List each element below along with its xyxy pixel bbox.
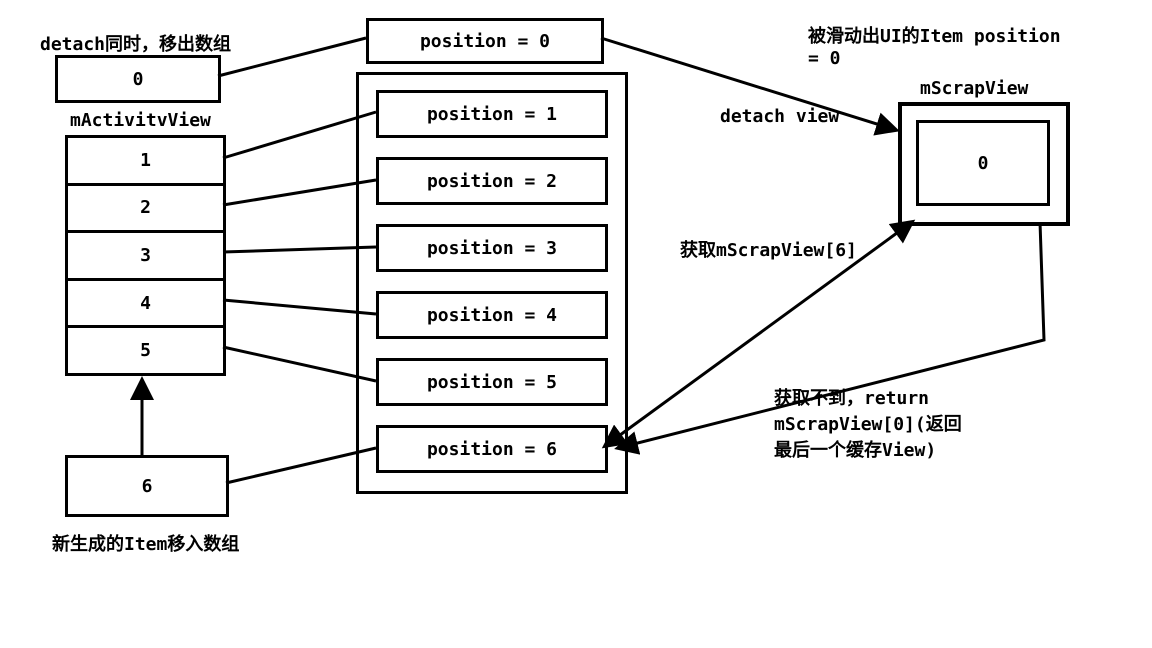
position-box-0: position = 0 xyxy=(366,18,604,64)
new-item-note: 新生成的Item移入数组 xyxy=(52,530,239,556)
position-box-4: position = 4 xyxy=(376,291,608,339)
scrap-value: 0 xyxy=(978,153,989,174)
scrap-view-title: mScrapView xyxy=(920,78,1028,99)
position-box-6: position = 6 xyxy=(376,425,608,473)
get-scrap6-label: 获取mScrapView[6] xyxy=(680,236,857,262)
activity-view-label: mActivitvView xyxy=(70,110,211,131)
activity-view-table: 1 2 3 4 5 xyxy=(65,135,226,376)
position-box-3: position = 3 xyxy=(376,224,608,272)
diagram-canvas: detach同时，移出数组 mActivitvView 新生成的Item移入数组… xyxy=(0,0,1152,648)
detach-note: detach同时，移出数组 xyxy=(40,30,231,56)
position-box-5: position = 5 xyxy=(376,358,608,406)
activity-cell: 1 xyxy=(68,138,223,186)
scrap-view-inner: 0 xyxy=(916,120,1050,206)
detach-view-label: detach view xyxy=(720,106,839,127)
activity-cell: 2 xyxy=(68,186,223,234)
new-item-value: 6 xyxy=(142,476,153,497)
activity-cell: 3 xyxy=(68,233,223,281)
position-box-1: position = 1 xyxy=(376,90,608,138)
position-box-2: position = 2 xyxy=(376,157,608,205)
removed-item-value: 0 xyxy=(133,69,144,90)
activity-cell: 5 xyxy=(68,328,223,373)
new-item-box: 6 xyxy=(65,455,229,517)
scrolled-out-note: 被滑动出UI的Item position = 0 xyxy=(808,22,1061,69)
activity-cell: 4 xyxy=(68,281,223,329)
get-fail-note: 获取不到，return mScrapView[0](返回 最后一个缓存View) xyxy=(774,384,962,462)
removed-item-box: 0 xyxy=(55,55,221,103)
